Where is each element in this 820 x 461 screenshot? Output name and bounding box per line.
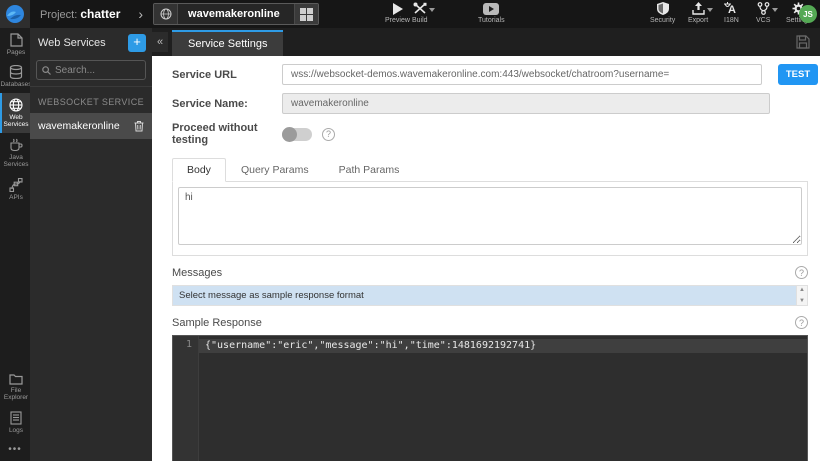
scroll-down-icon[interactable]: ▼	[799, 298, 805, 304]
translate-icon: A	[724, 2, 738, 15]
left-rail: Pages Databases Web Services Java Servic…	[0, 28, 32, 461]
sample-response-label: Sample Response	[172, 316, 262, 329]
build-button[interactable]: Build	[412, 2, 435, 24]
service-name-input	[282, 93, 770, 114]
open-service-tab[interactable]: wavemakeronline	[153, 3, 319, 25]
user-avatar[interactable]: JS	[799, 5, 817, 23]
service-settings-form: Service URL TEST Service Name: Proceed w…	[152, 56, 820, 461]
breadcrumb-chevron-icon: ›	[138, 6, 144, 22]
service-url-input[interactable]	[282, 64, 762, 85]
proceed-without-testing-label: Proceed without testing	[172, 122, 258, 146]
database-icon	[9, 65, 23, 80]
proceed-help-icon[interactable]: ?	[322, 127, 335, 141]
collapse-panel-button[interactable]: «	[152, 32, 168, 52]
websocket-service-section-header: WEBSOCKET SERVICE	[30, 86, 152, 113]
open-service-tab-label: wavemakeronline	[188, 8, 280, 20]
sidebar-item-web-services[interactable]: Web Services	[0, 92, 30, 133]
wavemaker-logo[interactable]	[0, 0, 30, 28]
param-tabs: Body Query Params Path Params	[172, 158, 808, 182]
save-icon[interactable]	[796, 35, 810, 49]
i18n-button[interactable]: A I18N	[724, 2, 739, 24]
sidebar-item-file-explorer[interactable]: File Explorer	[0, 368, 30, 406]
service-name-label: wavemakeronline	[38, 120, 120, 132]
search-input[interactable]	[55, 64, 135, 76]
service-list-item[interactable]: wavemakeronline	[30, 113, 152, 139]
preview-button[interactable]: Preview	[385, 2, 410, 24]
workspace-tabbar: « Service Settings	[152, 28, 820, 56]
log-file-icon	[10, 410, 22, 425]
sidebar-item-pages[interactable]: Pages	[0, 28, 30, 60]
sidebar-item-logs[interactable]: Logs	[0, 406, 30, 438]
globe-icon	[9, 98, 23, 112]
workspace: « Service Settings Service URL TEST Serv…	[152, 28, 820, 461]
api-nodes-icon	[9, 177, 23, 192]
panel-title: Web Services	[38, 37, 106, 49]
tab-query-params[interactable]: Query Params	[226, 158, 324, 182]
tab-service-settings[interactable]: Service Settings	[172, 30, 284, 56]
security-button[interactable]: Security	[650, 2, 675, 24]
trash-icon[interactable]	[134, 120, 144, 132]
switch-view-grid-icon[interactable]	[293, 4, 318, 24]
project-label: Project: chatter	[40, 7, 121, 21]
editor-code-line[interactable]: {"username":"eric","message":"hi","time"…	[199, 339, 807, 353]
sidebar-item-databases[interactable]: Databases	[0, 60, 32, 92]
vcs-caret-icon	[771, 8, 778, 12]
body-message-textarea[interactable]: hi	[178, 187, 802, 245]
sidebar-item-java-services[interactable]: Java Services	[0, 133, 30, 173]
web-services-panel: Web Services + WEBSOCKET SERVICE wavemak…	[30, 28, 152, 461]
tutorials-video-icon	[483, 2, 500, 15]
rail-more-button[interactable]: •••	[0, 438, 30, 461]
messages-label: Messages	[172, 266, 223, 279]
test-button[interactable]: TEST	[778, 64, 818, 85]
tab-body[interactable]: Body	[172, 158, 226, 182]
body-tab-panel: hi	[172, 182, 808, 256]
build-caret-icon	[428, 8, 435, 12]
topbar: Project: chatter › wavemakeronline Previ…	[0, 0, 820, 28]
export-caret-icon	[706, 8, 713, 12]
shield-icon	[656, 2, 669, 15]
messages-help-icon[interactable]: ?	[795, 266, 808, 279]
proceed-without-testing-toggle[interactable]	[282, 126, 312, 142]
sample-response-help-icon[interactable]: ?	[795, 316, 808, 329]
folder-icon	[9, 373, 23, 385]
service-search[interactable]	[36, 60, 146, 80]
play-icon	[392, 2, 403, 15]
globe-icon	[154, 4, 179, 24]
messages-scrollbar[interactable]: ▲ ▼	[796, 286, 807, 305]
tutorials-button[interactable]: Tutorials	[478, 2, 505, 24]
service-name-label: Service Name:	[172, 97, 248, 110]
wavemaker-logo-icon	[6, 5, 24, 23]
tab-path-params[interactable]: Path Params	[324, 158, 415, 182]
vcs-button[interactable]: VCS	[756, 2, 778, 24]
service-url-label: Service URL	[172, 68, 237, 81]
export-button[interactable]: Export	[688, 2, 713, 24]
search-icon	[42, 65, 51, 75]
sidebar-item-apis[interactable]: APIs	[0, 173, 30, 205]
build-tools-icon	[413, 2, 435, 15]
editor-gutter: 1	[173, 336, 199, 461]
messages-listbox[interactable]: Select message as sample response format…	[172, 285, 808, 306]
page-icon	[9, 33, 23, 47]
scroll-up-icon[interactable]: ▲	[799, 287, 805, 293]
coffee-cup-icon	[10, 138, 23, 151]
sample-response-editor[interactable]: 1 {"username":"eric","message":"hi","tim…	[172, 335, 808, 461]
export-icon	[691, 2, 713, 15]
messages-selected-option[interactable]: Select message as sample response format	[173, 286, 796, 305]
rail-spacer	[0, 205, 30, 367]
branch-icon	[757, 2, 778, 15]
add-service-button[interactable]: +	[128, 34, 146, 52]
project-name: chatter	[80, 7, 121, 21]
